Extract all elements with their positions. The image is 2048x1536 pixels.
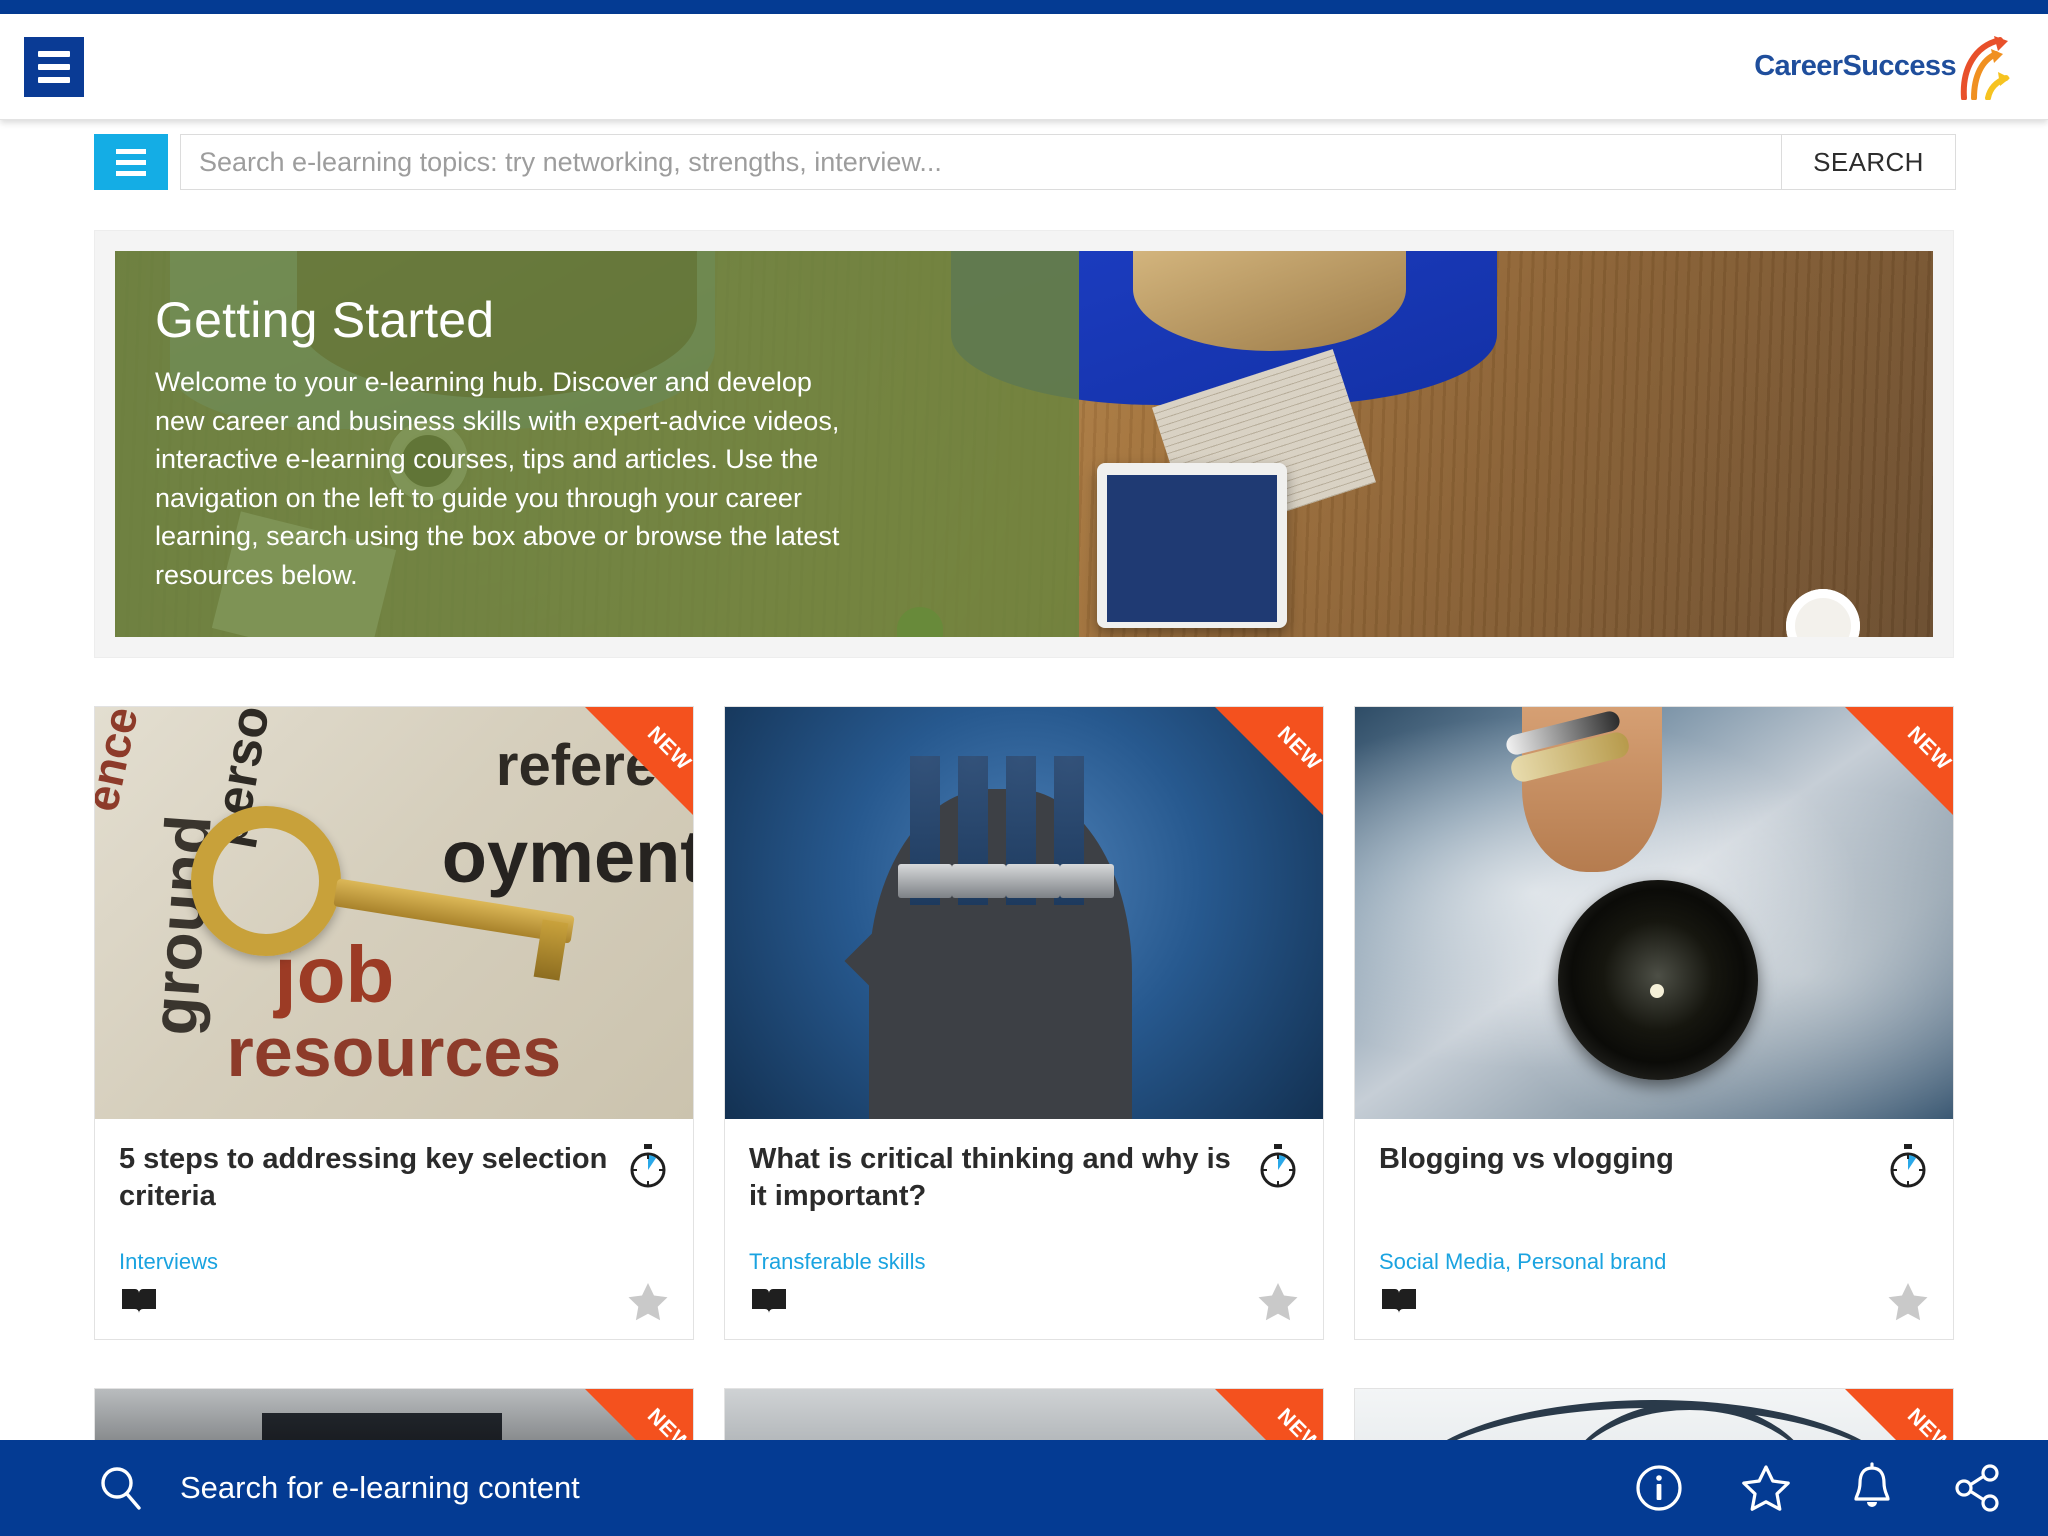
main-menu-button[interactable]: [24, 36, 84, 97]
card-thumbnail[interactable]: NEW: [725, 707, 1323, 1119]
card-thumbnail[interactable]: ence personn refere oyment job resources…: [95, 707, 693, 1119]
resource-card[interactable]: ence personn refere oyment job resources…: [94, 706, 694, 1341]
card-title: Blogging vs vlogging: [1379, 1143, 1674, 1175]
hamburger-icon: [116, 148, 146, 154]
new-badge: NEW: [1845, 707, 1953, 815]
share-icon[interactable]: [1952, 1463, 2004, 1513]
star-icon[interactable]: [1257, 1281, 1299, 1321]
star-icon[interactable]: [1740, 1463, 1792, 1513]
card-tags[interactable]: Transferable skills: [749, 1215, 1299, 1275]
search-input[interactable]: [180, 134, 1782, 190]
new-badge: NEW: [1215, 707, 1323, 815]
card-title: What is critical thinking and why is it …: [749, 1143, 1231, 1213]
magnifier-icon: [101, 1467, 141, 1510]
brand-logo[interactable]: CareerSuccess: [1754, 34, 2014, 100]
hamburger-icon: [38, 63, 70, 70]
card-tags[interactable]: Social Media, Personal brand: [1379, 1215, 1929, 1275]
card-title: 5 steps to addressing key selection crit…: [119, 1143, 608, 1213]
resource-card[interactable]: NEW Blogging vs vlogging Social Media, P…: [1354, 706, 1954, 1341]
hero-copy: Getting Started Welcome to your e-learni…: [115, 251, 1079, 637]
star-icon[interactable]: [627, 1281, 669, 1321]
bottom-search-button[interactable]: Search for e-learning content: [96, 1463, 580, 1513]
hamburger-icon: [38, 76, 70, 83]
arrows-upward-icon: [1960, 35, 2010, 100]
hero-description: Welcome to your e-learning hub. Discover…: [155, 367, 840, 591]
card-thumbnail[interactable]: NEW: [1355, 707, 1953, 1119]
open-book-icon[interactable]: [1379, 1285, 1419, 1317]
hamburger-icon: [38, 50, 70, 57]
stopwatch-icon: [630, 1144, 666, 1188]
category-menu-button[interactable]: [94, 134, 168, 190]
new-badge: NEW: [585, 707, 693, 815]
open-book-icon[interactable]: [119, 1285, 159, 1317]
hero-title: Getting Started: [155, 292, 495, 348]
resource-card[interactable]: NEW What is critical thinking and why is…: [724, 706, 1324, 1341]
resource-card-grid: ence personn refere oyment job resources…: [94, 706, 1954, 1341]
stopwatch-icon: [1890, 1144, 1926, 1188]
search-button[interactable]: SEARCH: [1782, 134, 1956, 190]
page-content: Getting Started Welcome to your e-learni…: [0, 204, 2048, 1536]
top-accent-strip: [0, 0, 2048, 14]
open-book-icon[interactable]: [749, 1285, 789, 1317]
hamburger-icon: [116, 170, 146, 176]
search-bar: SEARCH: [0, 120, 2048, 204]
hamburger-icon: [116, 159, 146, 165]
bottom-search-label: Search for e-learning content: [180, 1470, 580, 1505]
brand-name: CareerSuccess: [1754, 50, 1956, 82]
stopwatch-icon: [1260, 1144, 1296, 1188]
bottom-icon-group: [1634, 1462, 2004, 1514]
bell-icon[interactable]: [1848, 1462, 1896, 1514]
star-icon[interactable]: [1887, 1281, 1929, 1321]
card-tags[interactable]: Interviews: [119, 1215, 669, 1275]
app-header: CareerSuccess: [0, 14, 2048, 120]
hero-banner: Getting Started Welcome to your e-learni…: [94, 230, 1954, 658]
info-icon[interactable]: [1634, 1463, 1684, 1513]
bottom-action-bar: Search for e-learning content: [0, 1440, 2048, 1536]
